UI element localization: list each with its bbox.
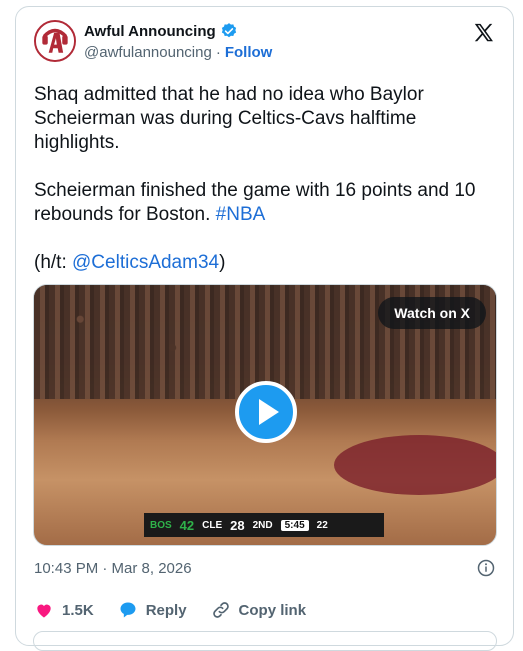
- team1-label: BOS: [150, 519, 172, 531]
- follow-button[interactable]: Follow: [225, 44, 273, 61]
- reply-button[interactable]: Reply: [118, 600, 187, 620]
- link-icon: [212, 602, 229, 618]
- display-name[interactable]: Awful Announcing: [84, 23, 216, 40]
- period: 2ND: [252, 519, 273, 531]
- tweet-body: Shaq admitted that he had no idea who Ba…: [34, 83, 494, 299]
- timestamp[interactable]: 10:43 PM · Mar 8, 2026: [34, 560, 192, 577]
- play-icon[interactable]: [235, 381, 297, 443]
- copy-link-label: Copy link: [238, 601, 307, 619]
- tweet-paragraph-1: Shaq admitted that he had no idea who Ba…: [34, 84, 424, 153]
- hashtag-link[interactable]: #NBA: [216, 204, 266, 225]
- read-replies-button[interactable]: [33, 631, 497, 651]
- heart-icon: [37, 604, 51, 618]
- hat-tip-suffix: ): [219, 252, 226, 273]
- copy-link-button[interactable]: Copy link: [211, 600, 307, 620]
- action-bar: 1.5K Reply Copy link: [34, 600, 330, 620]
- hat-tip-prefix: (h/t:: [34, 252, 73, 273]
- team2-label: CLE: [202, 519, 223, 531]
- awful-announcing-logo-icon: [36, 22, 74, 60]
- reply-label: Reply: [145, 601, 187, 619]
- tweet-paragraph-2: Scheierman finished the game with 16 poi…: [34, 179, 494, 227]
- tweet-card[interactable]: Awful Announcing @awfulannouncing · Foll…: [15, 6, 514, 651]
- info-icon[interactable]: [477, 559, 495, 577]
- like-count: 1.5K: [62, 601, 94, 619]
- like-button[interactable]: 1.5K: [34, 600, 94, 620]
- game-clock: 5:45: [280, 519, 309, 531]
- team2-score: 28: [230, 517, 245, 533]
- scorebug: BOS 42 CLE 28 2ND 5:45 22: [144, 513, 384, 537]
- x-logo-icon[interactable]: [473, 22, 495, 44]
- avatar[interactable]: [34, 20, 76, 62]
- reply-icon: [120, 602, 136, 618]
- mention-link[interactable]: @CelticsAdam34: [72, 252, 219, 273]
- tweet-header: Awful Announcing @awfulannouncing · Foll…: [34, 20, 495, 64]
- handle[interactable]: @awfulannouncing: [84, 44, 212, 61]
- shot-clock: 22: [316, 519, 328, 531]
- tweet-paragraph-3: (h/t: @CelticsAdam34): [34, 251, 494, 275]
- video-player[interactable]: Watch on X BOS 42 CLE 28 2ND 5:45 22: [33, 284, 497, 546]
- team1-score: 42: [179, 517, 195, 533]
- separator: ·: [215, 44, 221, 61]
- watch-on-x-button[interactable]: Watch on X: [378, 297, 486, 329]
- court-logo: [334, 435, 496, 495]
- verified-badge-icon: [221, 23, 236, 38]
